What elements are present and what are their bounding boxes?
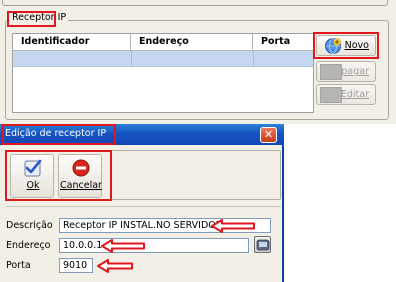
lookup-button[interactable]: [254, 236, 271, 253]
column-header-identificador[interactable]: Identificador: [13, 34, 131, 51]
annotation-box-novo: [313, 32, 379, 59]
arrow-annotation-icon: [101, 239, 145, 253]
porta-label: Porta: [6, 260, 31, 271]
apagar-button[interactable]: Apagar: [316, 61, 376, 82]
porta-field[interactable]: 9010: [59, 258, 93, 273]
edit-icon: [320, 87, 342, 103]
edit-receptor-dialog: [0, 124, 284, 282]
cell-divider: [131, 51, 132, 67]
delete-icon: [320, 64, 342, 80]
descricao-label: Descrição: [6, 220, 53, 231]
annotation-box-group-title: [7, 11, 56, 27]
annotation-box-toolbar: [5, 150, 112, 201]
cell-divider: [253, 51, 254, 67]
arrow-annotation-icon: [97, 259, 133, 273]
close-button[interactable]: ✕: [260, 127, 277, 143]
editar-label: Editar: [340, 89, 369, 100]
close-icon: ✕: [263, 128, 274, 141]
endereco-label: Endereço: [6, 240, 51, 251]
table-row[interactable]: [13, 51, 313, 67]
column-header-porta[interactable]: Porta: [253, 34, 315, 51]
receptor-grid[interactable]: Identificador Endereço Porta: [12, 33, 314, 113]
grid-header: Identificador Endereço Porta: [13, 34, 313, 51]
editar-button[interactable]: Editar: [316, 84, 376, 105]
endereco-field[interactable]: 10.0.0.1: [59, 238, 249, 253]
column-header-endereco[interactable]: Endereço: [131, 34, 253, 51]
lookup-icon: [256, 239, 270, 251]
annotation-box-dialog-title: [2, 124, 116, 145]
divider: [6, 206, 281, 207]
window-frame-top: [2, 0, 388, 6]
arrow-annotation-icon: [211, 219, 255, 233]
